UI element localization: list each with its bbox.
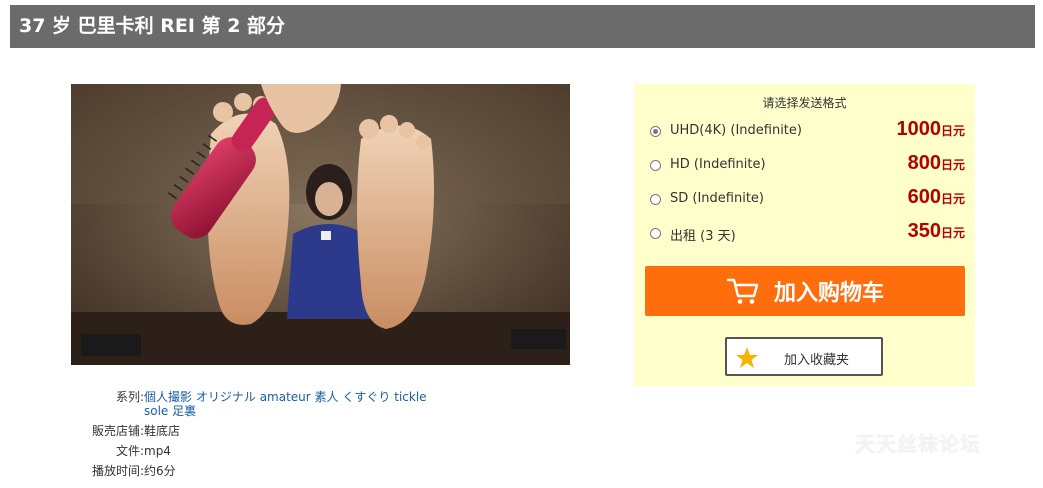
tag-link[interactable]: 個人撮影 — [144, 390, 192, 404]
tag-link[interactable]: sole — [144, 404, 168, 418]
add-to-favorites-label: 加入收藏夹 — [784, 353, 850, 368]
format-option-uhd[interactable]: UHD(4K) (Indefinite) 1000日元 — [650, 118, 965, 146]
duration-row: 播放时间: 约6分 — [60, 464, 429, 478]
add-to-cart-label: 加入购物车 — [773, 281, 884, 306]
option-label: UHD(4K) (Indefinite) — [670, 123, 802, 138]
shop-row: 販売店铺: 鞋底店 — [60, 424, 429, 438]
option-label: 出租 (3 天) — [670, 229, 736, 244]
option-price: 1000日元 — [896, 118, 965, 140]
product-info: 系列: 個人撮影 オリジナル amateur 素人 くすぐり tickle so… — [60, 390, 429, 484]
tag-link[interactable]: くすぐり — [342, 390, 390, 404]
option-label: SD (Indefinite) — [670, 191, 764, 206]
series-tags: 個人撮影 オリジナル amateur 素人 くすぐり tickle sole 足… — [144, 390, 429, 418]
format-title: 请选择发送格式 — [762, 96, 847, 110]
radio-button[interactable] — [650, 160, 661, 171]
option-price: 800日元 — [907, 152, 965, 174]
radio-button[interactable] — [650, 194, 661, 205]
product-preview-image[interactable] — [71, 84, 570, 365]
purchase-panel: 请选择发送格式 UHD(4K) (Indefinite) 1000日元 HD (… — [634, 84, 975, 386]
tag-link[interactable]: オリジナル — [196, 390, 256, 404]
option-price: 350日元 — [907, 220, 965, 242]
tag-link[interactable]: amateur — [260, 390, 311, 404]
shop-label: 販売店铺: — [91, 424, 144, 438]
duration-label: 播放时间: — [91, 464, 144, 478]
shop-link[interactable]: 鞋底店 — [144, 424, 180, 438]
radio-button[interactable] — [650, 126, 661, 137]
preview-photo — [71, 84, 570, 365]
star-icon — [736, 347, 758, 368]
add-to-favorites-button[interactable]: 加入收藏夹 — [725, 337, 883, 376]
tag-link[interactable]: 素人 — [315, 390, 339, 404]
duration-value: 约6分 — [144, 464, 176, 478]
option-price: 600日元 — [907, 186, 965, 208]
series-label: 系列: — [115, 390, 144, 404]
option-label: HD (Indefinite) — [670, 157, 766, 172]
title-bar: 37 岁 巴里卡利 REI 第 2 部分 — [10, 5, 1035, 48]
format-option-rental[interactable]: 出租 (3 天) 350日元 — [650, 220, 965, 248]
file-label: 文件: — [115, 444, 144, 458]
cart-icon — [726, 278, 759, 304]
add-to-cart-button[interactable]: 加入购物车 — [645, 266, 965, 316]
file-value: mp4 — [144, 444, 171, 458]
radio-button[interactable] — [650, 228, 661, 239]
page-title: 37 岁 巴里卡利 REI 第 2 部分 — [19, 15, 286, 37]
tag-link[interactable]: 足裏 — [172, 404, 196, 418]
format-option-hd[interactable]: HD (Indefinite) 800日元 — [650, 152, 965, 180]
file-row: 文件: mp4 — [60, 444, 429, 458]
series-row: 系列: 個人撮影 オリジナル amateur 素人 くすぐり tickle so… — [60, 390, 429, 418]
tag-link[interactable]: tickle — [394, 390, 426, 404]
watermark: 天天丝袜论坛 — [855, 432, 981, 456]
format-option-sd[interactable]: SD (Indefinite) 600日元 — [650, 186, 965, 214]
